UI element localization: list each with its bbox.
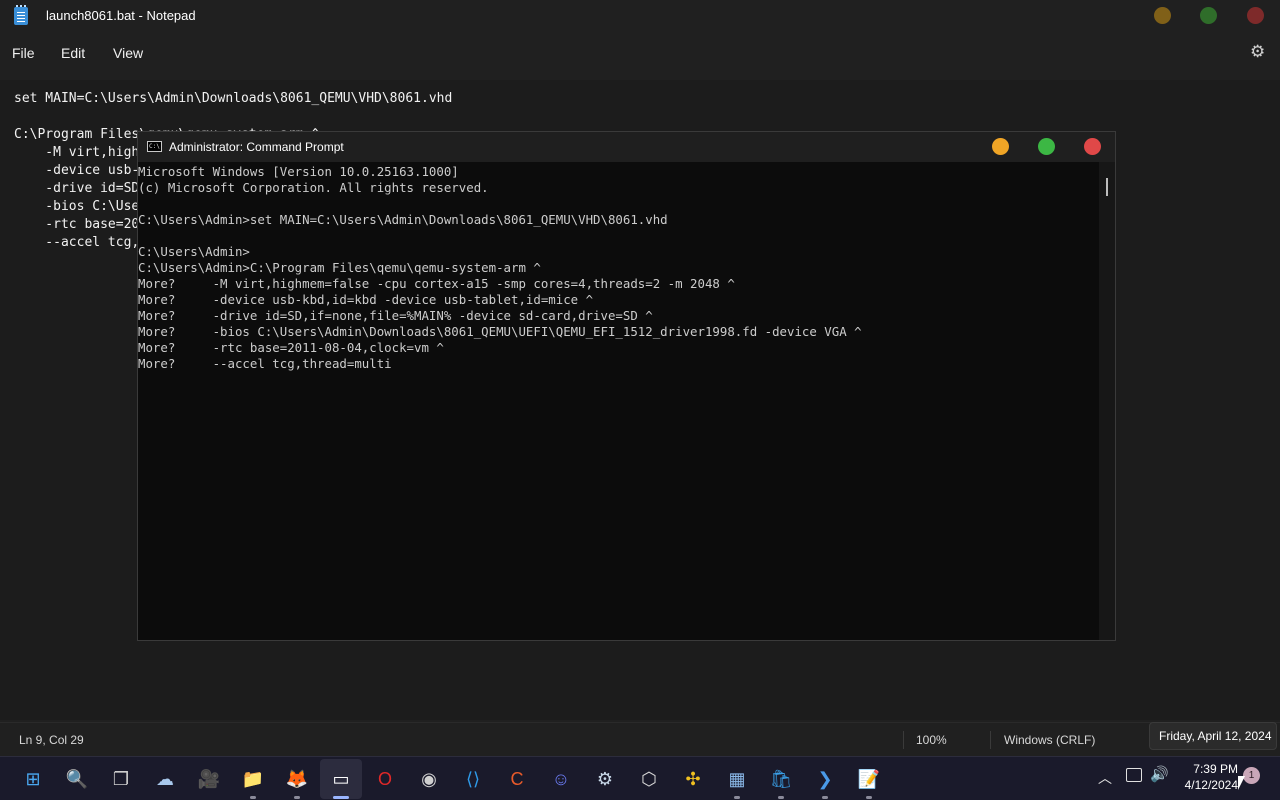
mouse-cursor-icon (1238, 776, 1245, 790)
menu-file[interactable]: File (12, 45, 35, 61)
clock-date: 4/12/2024 (1184, 778, 1238, 792)
notepad-close-button[interactable] (1247, 7, 1264, 24)
notification-badge[interactable]: 1 (1243, 767, 1260, 784)
store-icon[interactable]: 🛍 (767, 765, 795, 793)
notepad-titlebar[interactable]: launch8061.bat - Notepad (0, 0, 1280, 32)
task-view-icon[interactable]: ❐ (107, 765, 135, 793)
resource-monitor-icon[interactable]: ▦ (723, 765, 751, 793)
cmd-console-output[interactable]: Microsoft Windows [Version 10.0.25163.10… (138, 164, 862, 372)
notepad-window-title: launch8061.bat - Notepad (46, 8, 196, 23)
running-app-indicator (294, 796, 300, 799)
cmd-titlebar[interactable]: C:\ Administrator: Command Prompt (138, 132, 1115, 162)
discord-icon[interactable]: ☺ (547, 765, 575, 793)
obs-icon[interactable]: ◉ (415, 765, 443, 793)
running-app-indicator (866, 796, 872, 799)
firefox-icon[interactable]: 🦊 (283, 765, 311, 793)
running-app-indicator (822, 796, 828, 799)
clock[interactable]: 7:39 PM 4/12/2024 (1178, 761, 1238, 793)
start-icon[interactable]: ⊞ (19, 765, 47, 793)
virtualbox-icon[interactable]: ⬡ (635, 765, 663, 793)
file-explorer-icon[interactable]: 📁 (239, 765, 267, 793)
running-app-indicator (778, 796, 784, 799)
notepad-minimize-button[interactable] (1154, 7, 1171, 24)
weather-icon[interactable]: ☁ (151, 765, 179, 793)
cmd-scroll-thumb[interactable] (1106, 178, 1108, 196)
menu-view[interactable]: View (113, 45, 143, 61)
running-app-indicator (734, 796, 740, 799)
command-prompt-window: C:\ Administrator: Command Prompt Micros… (137, 131, 1116, 641)
volume-icon[interactable]: 🔊 (1150, 765, 1169, 783)
cursor-position-status: Ln 9, Col 29 (19, 733, 84, 747)
cmd-minimize-button[interactable] (992, 138, 1009, 155)
terminal-icon[interactable]: ▭ (327, 765, 355, 793)
date-tooltip: Friday, April 12, 2024 (1149, 722, 1277, 750)
taskbar: ⊞ 🔍 ❐ ☁ 🎥 📁 🦊 ▭ O ◉ ⟨⟩ C ☺ ⚙ ⬡ ✣ ▦ 🛍 ❯ 📝 (0, 756, 1280, 800)
notepad-icon[interactable]: 📝 (855, 765, 883, 793)
notepad-app-icon (14, 5, 28, 25)
running-app-indicator (250, 796, 256, 799)
zoom-level-status[interactable]: 100% (916, 733, 947, 747)
notepad-maximize-button[interactable] (1200, 7, 1217, 24)
settings-gear-icon[interactable]: ⚙ (1250, 43, 1268, 61)
cmd-scrollbar[interactable] (1099, 162, 1115, 640)
meet-icon[interactable]: 🎥 (195, 765, 223, 793)
vscode-icon[interactable]: ⟨⟩ (459, 765, 487, 793)
notepad-statusbar: Ln 9, Col 29 100% Windows (CRLF) (0, 722, 1280, 756)
cmd-window-title: Administrator: Command Prompt (169, 140, 344, 154)
menu-edit[interactable]: Edit (61, 45, 85, 61)
ccleaner-icon[interactable]: C (503, 765, 531, 793)
line-endings-status[interactable]: Windows (CRLF) (1004, 733, 1095, 747)
cmd-maximize-button[interactable] (1038, 138, 1055, 155)
status-divider (903, 731, 904, 749)
clock-time: 7:39 PM (1193, 762, 1238, 776)
active-app-indicator (333, 796, 349, 799)
cmd-app-icon: C:\ (147, 141, 162, 152)
network-icon[interactable] (1126, 768, 1142, 782)
notepad-menubar: File Edit View (0, 34, 1280, 72)
search-icon[interactable]: 🔍 (63, 765, 91, 793)
opera-icon[interactable]: O (371, 765, 399, 793)
cmd-close-button[interactable] (1084, 138, 1101, 155)
powershell-icon[interactable]: ❯ (811, 765, 839, 793)
pinwheel-app-icon[interactable]: ✣ (679, 765, 707, 793)
show-hidden-icons-chevron-icon[interactable]: ︿ (1098, 768, 1112, 788)
cmd-console-area[interactable]: Microsoft Windows [Version 10.0.25163.10… (138, 162, 1098, 640)
status-divider (990, 731, 991, 749)
steam-icon[interactable]: ⚙ (591, 765, 619, 793)
